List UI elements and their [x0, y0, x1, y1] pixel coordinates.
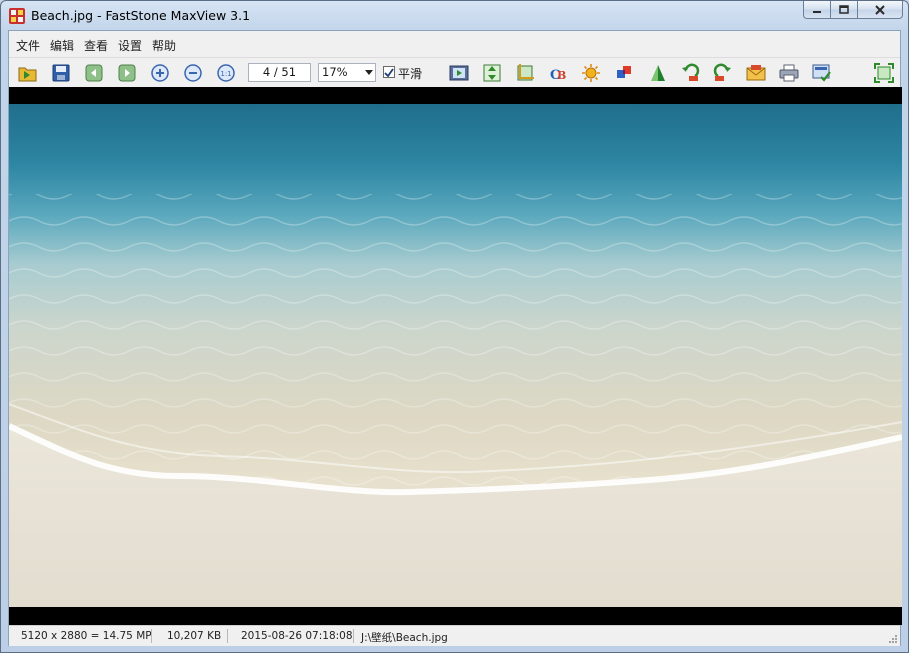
- minimize-icon: [813, 10, 821, 13]
- maximize-button[interactable]: [830, 1, 857, 19]
- next-image-icon[interactable]: [117, 63, 137, 83]
- beach-photo: [9, 104, 902, 607]
- svg-text:1:1: 1:1: [220, 70, 231, 78]
- menu-bar: 文件 编辑 查看 设置 帮助: [9, 31, 900, 57]
- status-bar: 5120 x 2880 = 14.75 MP 10,207 KB 2015-08…: [9, 625, 900, 646]
- status-separator: [353, 629, 354, 643]
- close-icon: [875, 4, 885, 15]
- checkmark-icon: [384, 68, 394, 78]
- status-datetime: 2015-08-26 07:18:08: [241, 630, 353, 642]
- status-separator: [227, 629, 228, 643]
- smooth-label: 平滑: [398, 67, 423, 81]
- resize-grip-icon[interactable]: [888, 634, 898, 644]
- window-title: Beach.jpg - FastStone MaxView 3.1: [31, 8, 251, 23]
- resize-icon[interactable]: [482, 63, 502, 83]
- open-folder-icon[interactable]: [18, 63, 38, 83]
- menu-edit[interactable]: 编辑: [50, 37, 74, 54]
- rotate-left-icon[interactable]: [680, 63, 700, 83]
- caption-buttons: [803, 1, 903, 21]
- zoom-select[interactable]: 17%: [318, 63, 376, 82]
- menu-file[interactable]: 文件: [16, 37, 40, 54]
- smooth-checkbox[interactable]: [383, 66, 395, 78]
- status-separator: [151, 629, 152, 643]
- zoom-out-icon[interactable]: [183, 63, 203, 83]
- title-bar[interactable]: Beach.jpg - FastStone MaxView 3.1: [1, 1, 908, 30]
- zoom-value: 17%: [322, 65, 348, 79]
- menu-settings[interactable]: 设置: [118, 37, 142, 54]
- app-logo-icon: [9, 8, 25, 24]
- svg-text:B: B: [557, 69, 566, 82]
- client-area: 文件 编辑 查看 设置 帮助 1:1 4 / 51 17% 平滑 C B 512…: [8, 30, 902, 646]
- rotate-right-icon[interactable]: [713, 63, 733, 83]
- print-icon[interactable]: [779, 63, 799, 83]
- status-file-size: 10,207 KB: [167, 630, 222, 642]
- status-path: J:\壁纸\Beach.jpg: [361, 632, 448, 644]
- zoom-in-icon[interactable]: [150, 63, 170, 83]
- brightness-icon[interactable]: [581, 63, 601, 83]
- actual-size-icon[interactable]: 1:1: [216, 63, 236, 83]
- page-counter[interactable]: 4 / 51: [248, 63, 311, 82]
- image-viewer[interactable]: [9, 87, 902, 625]
- minimize-button[interactable]: [803, 1, 830, 19]
- status-dimensions: 5120 x 2880 = 14.75 MP: [21, 630, 152, 642]
- text-icon[interactable]: C B: [548, 63, 568, 83]
- color-adjust-icon[interactable]: [614, 63, 634, 83]
- crop-icon[interactable]: [515, 63, 535, 83]
- slideshow-icon[interactable]: [449, 63, 469, 83]
- app-window: Beach.jpg - FastStone MaxView 3.1 文件 编辑 …: [0, 0, 909, 653]
- chevron-down-icon: [365, 70, 373, 75]
- email-icon[interactable]: [746, 63, 766, 83]
- maximize-icon: [839, 4, 849, 14]
- save-icon[interactable]: [51, 63, 71, 83]
- previous-image-icon[interactable]: [84, 63, 104, 83]
- menu-help[interactable]: 帮助: [152, 37, 176, 54]
- close-button[interactable]: [857, 1, 903, 19]
- set-wallpaper-icon[interactable]: [812, 63, 832, 83]
- fullscreen-icon[interactable]: [874, 63, 894, 83]
- toolbar: 1:1 4 / 51 17% 平滑 C B: [9, 57, 900, 88]
- sharpen-icon[interactable]: [647, 63, 667, 83]
- menu-view[interactable]: 查看: [84, 37, 108, 54]
